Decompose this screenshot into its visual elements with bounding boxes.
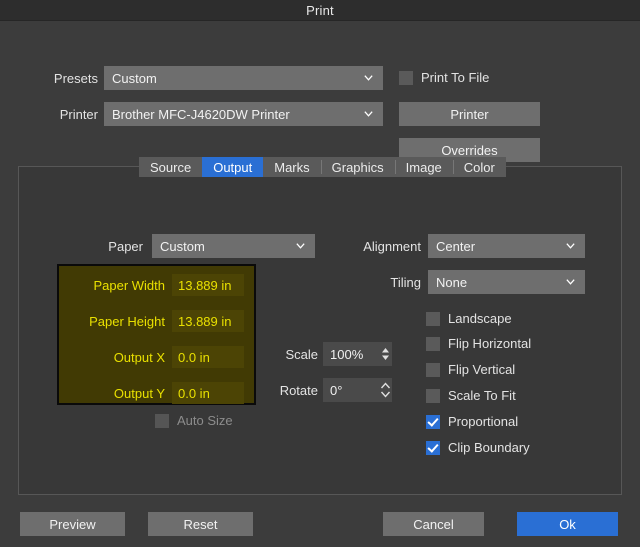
- paper-width-label: Paper Width: [93, 277, 165, 293]
- paper-width-input[interactable]: 13.889 in: [172, 274, 244, 296]
- printer-button-label: Printer: [450, 106, 489, 122]
- tab-label: Image: [405, 159, 442, 175]
- output-y-input[interactable]: 0.0 in: [172, 382, 244, 404]
- chevron-down-icon: [363, 72, 374, 83]
- landscape-label: Landscape: [448, 311, 512, 326]
- paper-height-label: Paper Height: [89, 313, 165, 329]
- proportional-checkbox[interactable]: Proportional: [426, 414, 518, 429]
- cancel-button-label: Cancel: [413, 516, 454, 532]
- chevron-down-icon: [295, 240, 306, 251]
- tab-label: Marks: [274, 159, 310, 175]
- scale-to-fit-checkbox[interactable]: Scale To Fit: [426, 388, 516, 403]
- alignment-label: Alignment: [363, 239, 421, 254]
- overrides-button-label: Overrides: [441, 142, 498, 158]
- rotate-value: 0°: [330, 382, 343, 398]
- scale-to-fit-label: Scale To Fit: [448, 388, 516, 403]
- printer-label: Printer: [59, 107, 98, 122]
- cancel-button[interactable]: Cancel: [383, 512, 484, 536]
- window-titlebar: Print: [0, 0, 640, 21]
- presets-label: Presets: [53, 71, 98, 86]
- tiling-label: Tiling: [390, 275, 421, 290]
- preview-button[interactable]: Preview: [20, 512, 125, 536]
- paper-dimensions-highlight-box: Paper Width 13.889 in Paper Height 13.88…: [57, 264, 256, 405]
- output-x-row: Output X 0.0 in: [59, 346, 254, 368]
- printer-button[interactable]: Printer: [399, 102, 540, 126]
- rotate-input[interactable]: 0°: [323, 378, 392, 402]
- auto-size-checkbox[interactable]: Auto Size: [155, 413, 233, 428]
- clip-boundary-label: Clip Boundary: [448, 440, 530, 455]
- tab-source[interactable]: Source: [139, 157, 203, 177]
- paper-dropdown[interactable]: Custom: [152, 234, 315, 258]
- print-to-file-checkbox[interactable]: Print To File: [399, 70, 489, 85]
- checkbox-box: [155, 413, 169, 428]
- checkbox-box: [426, 440, 440, 455]
- reset-button-label: Reset: [183, 516, 218, 532]
- tab-strip: Source Output Marks Graphics Image Color: [139, 157, 506, 177]
- checkbox-box: [426, 414, 440, 429]
- checkbox-box: [426, 336, 440, 351]
- tab-label: Output: [213, 159, 253, 175]
- tab-label: Graphics: [331, 159, 384, 175]
- tab-label: Color: [463, 159, 495, 175]
- preview-button-label: Preview: [49, 516, 96, 532]
- print-to-file-label: Print To File: [421, 70, 490, 85]
- tiling-dropdown[interactable]: None: [428, 270, 585, 294]
- scale-stepper[interactable]: [379, 342, 392, 366]
- flip-horizontal-checkbox[interactable]: Flip Horizontal: [426, 336, 531, 351]
- rotate-label: Rotate: [279, 383, 318, 398]
- auto-size-label: Auto Size: [177, 413, 233, 428]
- flip-vertical-label: Flip Vertical: [448, 362, 516, 377]
- printer-settings-section: Presets Custom Printer Brother MFC-J4620…: [0, 21, 640, 162]
- tab-color[interactable]: Color: [452, 157, 506, 177]
- tiling-value: None: [436, 274, 468, 290]
- scale-value: 100%: [330, 346, 364, 362]
- clip-boundary-checkbox[interactable]: Clip Boundary: [426, 440, 530, 455]
- flip-vertical-checkbox[interactable]: Flip Vertical: [426, 362, 515, 377]
- flip-horizontal-label: Flip Horizontal: [448, 336, 532, 351]
- output-x-label: Output X: [113, 349, 165, 365]
- ok-button-label: Ok: [559, 516, 576, 532]
- output-y-row: Output Y 0.0 in: [59, 382, 254, 404]
- printer-value: Brother MFC-J4620DW Printer: [112, 106, 290, 122]
- presets-dropdown[interactable]: Custom: [104, 66, 383, 90]
- checkbox-box: [426, 388, 440, 403]
- paper-width-row: Paper Width 13.889 in: [59, 274, 254, 296]
- chevron-down-icon: [565, 240, 576, 251]
- chevron-down-icon: [565, 276, 576, 287]
- alignment-dropdown[interactable]: Center: [428, 234, 585, 258]
- tab-graphics[interactable]: Graphics: [320, 157, 395, 177]
- tab-marks[interactable]: Marks: [263, 157, 321, 177]
- tab-image[interactable]: Image: [394, 157, 453, 177]
- scale-label: Scale: [285, 347, 318, 362]
- proportional-label: Proportional: [448, 414, 519, 429]
- window-title: Print: [306, 2, 334, 18]
- paper-label: Paper: [108, 239, 143, 254]
- chevron-down-icon: [363, 108, 374, 119]
- checkbox-box: [426, 362, 440, 377]
- rotate-stepper[interactable]: [379, 378, 392, 402]
- alignment-value: Center: [436, 238, 476, 254]
- reset-button[interactable]: Reset: [148, 512, 253, 536]
- scale-input[interactable]: 100%: [323, 342, 392, 366]
- output-x-input[interactable]: 0.0 in: [172, 346, 244, 368]
- tab-output[interactable]: Output: [202, 157, 264, 177]
- tab-label: Source: [150, 159, 192, 175]
- printer-dropdown[interactable]: Brother MFC-J4620DW Printer: [104, 102, 383, 126]
- ok-button[interactable]: Ok: [517, 512, 618, 536]
- paper-height-input[interactable]: 13.889 in: [172, 310, 244, 332]
- landscape-checkbox[interactable]: Landscape: [426, 311, 512, 326]
- paper-height-row: Paper Height 13.889 in: [59, 310, 254, 332]
- paper-value: Custom: [160, 238, 205, 254]
- checkbox-box: [426, 311, 440, 326]
- checkbox-box: [399, 70, 413, 85]
- presets-value: Custom: [112, 70, 157, 86]
- output-y-label: Output Y: [113, 385, 165, 401]
